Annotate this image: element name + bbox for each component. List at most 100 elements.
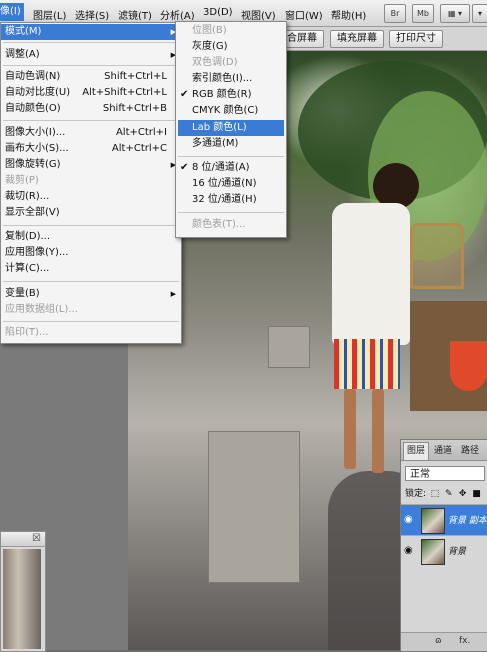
close-icon[interactable]: ☒ bbox=[32, 533, 41, 544]
link-layers-icon[interactable]: ɷ bbox=[435, 636, 442, 646]
tab-paths[interactable]: 路径 bbox=[458, 443, 482, 460]
submenu-item-32-bit[interactable]: 32 位/通道(H) bbox=[176, 192, 286, 208]
photo-step bbox=[208, 431, 300, 583]
mini-doc-titlebar[interactable]: ☒ bbox=[1, 532, 45, 547]
zoom-level-button[interactable]: ▾ bbox=[472, 4, 487, 23]
menu-item-canvas-size[interactable]: 画布大小(S)... Alt+Ctrl+C bbox=[1, 141, 181, 157]
layer-name: 背景 bbox=[448, 547, 467, 557]
menu-item-shortcut: Shift+Ctrl+L bbox=[104, 71, 167, 82]
submenu-item-label: CMYK 颜色(C) bbox=[192, 105, 259, 116]
menu-item-auto-color[interactable]: 自动颜色(O) Shift+Ctrl+B bbox=[1, 101, 181, 117]
menu-item-shortcut: Alt+Ctrl+I bbox=[115, 127, 167, 138]
menu-window[interactable]: 窗口(W) bbox=[285, 7, 323, 22]
print-size-button[interactable]: 打印尺寸 bbox=[389, 30, 443, 48]
menu-item-variables[interactable]: 变量(B) ▶ bbox=[1, 286, 181, 302]
mini-bridge-button[interactable]: Mb bbox=[412, 4, 434, 23]
menu-separator bbox=[3, 120, 179, 121]
layers-panel: 图层 通道 路径 正常 锁定: ⬚ ✎ ✥ ■ ◉ 背景 副本 ◉ 背景 ɷ f… bbox=[400, 439, 487, 652]
menu-separator bbox=[178, 212, 284, 213]
lock-transparent-icon[interactable]: ⬚ bbox=[430, 489, 440, 499]
lock-pixels-brush-icon[interactable]: ✎ bbox=[444, 489, 454, 499]
lock-label: 锁定: bbox=[405, 489, 427, 499]
visibility-eye-icon[interactable]: ◉ bbox=[404, 545, 413, 556]
menu-item-label: 计算(C)... bbox=[5, 263, 50, 274]
submenu-item-label: 灰度(G) bbox=[192, 41, 228, 52]
menu-help[interactable]: 帮助(H) bbox=[331, 7, 366, 22]
photo-child-leg bbox=[372, 389, 384, 473]
menu-3d[interactable]: 3D(D) bbox=[203, 7, 233, 18]
menu-item-calculations[interactable]: 计算(C)... bbox=[1, 261, 181, 277]
menu-view[interactable]: 视图(V) bbox=[241, 7, 276, 22]
photo-chair bbox=[410, 223, 464, 289]
submenu-item-indexed-color[interactable]: 索引颜色(I)... bbox=[176, 71, 286, 87]
photo-step bbox=[268, 326, 310, 368]
menu-select[interactable]: 选择(S) bbox=[75, 7, 109, 22]
submenu-item-cmyk-color[interactable]: CMYK 颜色(C) bbox=[176, 103, 286, 119]
submenu-item-label: 索引颜色(I)... bbox=[192, 73, 253, 84]
menu-item-label: 图像旋转(G) bbox=[5, 159, 61, 170]
menu-item-label: 应用图像(Y)... bbox=[5, 247, 69, 258]
menu-item-auto-tone[interactable]: 自动色调(N) Shift+Ctrl+L bbox=[1, 69, 181, 85]
menu-item-duplicate[interactable]: 复制(D)... bbox=[1, 229, 181, 245]
layer-row-background-copy[interactable]: ◉ 背景 副本 bbox=[401, 504, 487, 535]
bridge-button[interactable]: Br bbox=[384, 4, 406, 23]
lock-position-move-icon[interactable]: ✥ bbox=[458, 489, 468, 499]
menu-separator bbox=[3, 321, 179, 322]
menu-item-apply-data-set[interactable]: 应用数据组(L)... bbox=[1, 302, 181, 318]
menu-item-label: 模式(M) bbox=[5, 26, 42, 37]
menu-layer[interactable]: 图层(L) bbox=[33, 7, 66, 22]
menu-item-trap[interactable]: 陷印(T)... bbox=[1, 325, 181, 341]
menu-item-mode[interactable]: 模式(M) ▶ bbox=[1, 24, 181, 40]
submenu-item-label: 32 位/通道(H) bbox=[192, 194, 257, 205]
menu-analysis[interactable]: 分析(A) bbox=[160, 7, 195, 22]
submenu-item-bitmap[interactable]: 位图(B) bbox=[176, 23, 286, 39]
menu-separator bbox=[3, 65, 179, 66]
submenu-item-duotone[interactable]: 双色调(D) bbox=[176, 55, 286, 71]
chevron-down-icon: ▾ bbox=[477, 9, 482, 18]
submenu-item-label: RGB 颜色(R) bbox=[192, 89, 252, 100]
submenu-item-color-table[interactable]: 颜色表(T)... bbox=[176, 217, 286, 233]
visibility-eye-icon[interactable]: ◉ bbox=[404, 514, 413, 525]
submenu-item-16-bit[interactable]: 16 位/通道(N) bbox=[176, 176, 286, 192]
menu-item-label: 应用数据组(L)... bbox=[5, 304, 78, 315]
view-extras-button[interactable]: ▦ ▾ bbox=[440, 4, 470, 23]
submenu-item-lab-color[interactable]: Lab 颜色(L) bbox=[178, 120, 284, 136]
fill-screen-button[interactable]: 填充屏幕 bbox=[330, 30, 384, 48]
submenu-item-8-bit[interactable]: ✔ 8 位/通道(A) bbox=[176, 160, 286, 176]
tab-channels[interactable]: 通道 bbox=[431, 443, 455, 460]
lock-row: 锁定: ⬚ ✎ ✥ ■ bbox=[405, 486, 482, 500]
menu-item-auto-contrast[interactable]: 自动对比度(U) Alt+Shift+Ctrl+L bbox=[1, 85, 181, 101]
submenu-item-grayscale[interactable]: 灰度(G) bbox=[176, 39, 286, 55]
menu-separator bbox=[3, 225, 179, 226]
checkmark-icon: ✔ bbox=[180, 89, 189, 100]
blend-mode-select[interactable]: 正常 bbox=[405, 466, 485, 481]
menu-item-label: 变量(B) bbox=[5, 288, 40, 299]
submenu-item-label: Lab 颜色(L) bbox=[192, 122, 247, 133]
minimized-document-window[interactable]: ☒ bbox=[0, 531, 46, 652]
menu-separator bbox=[3, 42, 179, 43]
menu-filter[interactable]: 滤镜(T) bbox=[118, 7, 152, 22]
menu-item-label: 画布大小(S)... bbox=[5, 143, 69, 154]
menu-item-trim[interactable]: 裁切(R)... bbox=[1, 189, 181, 205]
menu-item-crop[interactable]: 裁剪(P) bbox=[1, 173, 181, 189]
submenu-item-multichannel[interactable]: 多通道(M) bbox=[176, 136, 286, 152]
lock-all-icon[interactable]: ■ bbox=[472, 489, 482, 499]
grid-icon: ▦ ▾ bbox=[447, 9, 463, 18]
layer-style-fx-button[interactable]: fx. bbox=[459, 636, 470, 646]
menu-image[interactable]: 像(I) bbox=[0, 3, 24, 21]
layer-row-background[interactable]: ◉ 背景 bbox=[401, 535, 487, 566]
tab-layers[interactable]: 图层 bbox=[403, 442, 430, 460]
menu-item-image-rotation[interactable]: 图像旋转(G) ▶ bbox=[1, 157, 181, 173]
layer-name: 背景 副本 bbox=[448, 516, 487, 526]
menu-item-shortcut: Shift+Ctrl+B bbox=[102, 103, 167, 114]
mode-submenu: 位图(B) 灰度(G) 双色调(D) 索引颜色(I)... ✔ RGB 颜色(R… bbox=[175, 21, 287, 238]
layers-panel-footer: ɷ fx. bbox=[401, 632, 487, 651]
photo-child-shirt bbox=[332, 203, 410, 345]
menu-item-image-size[interactable]: 图像大小(I)... Alt+Ctrl+I bbox=[1, 125, 181, 141]
submenu-item-rgb-color[interactable]: ✔ RGB 颜色(R) bbox=[176, 87, 286, 103]
menu-item-adjustments[interactable]: 调整(A) ▶ bbox=[1, 47, 181, 63]
menu-item-shortcut: Alt+Ctrl+C bbox=[111, 143, 167, 154]
menu-item-apply-image[interactable]: 应用图像(Y)... bbox=[1, 245, 181, 261]
menu-separator bbox=[178, 156, 284, 157]
menu-item-reveal-all[interactable]: 显示全部(V) bbox=[1, 205, 181, 221]
